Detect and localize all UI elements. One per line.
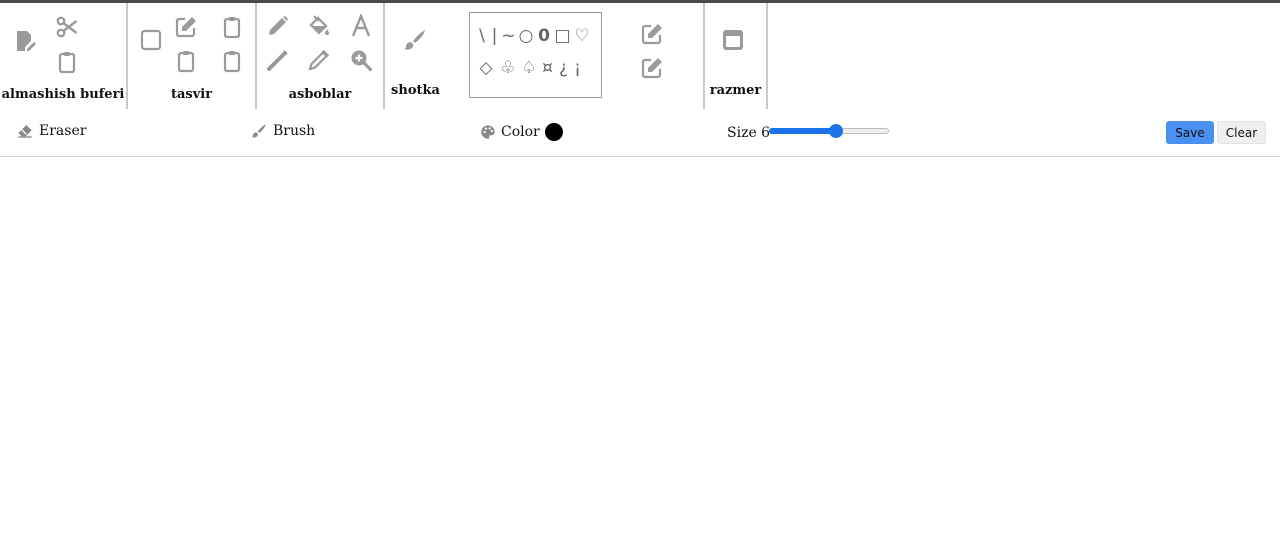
select-icon[interactable] bbox=[137, 26, 165, 54]
shape-diamond[interactable]: ◇ bbox=[475, 58, 497, 78]
eraser-icon bbox=[18, 125, 32, 138]
clipboard-icon[interactable] bbox=[53, 48, 81, 76]
image-group-label: tasvir bbox=[170, 87, 213, 102]
brush-label: Brush bbox=[273, 123, 316, 139]
paintbrush-icon[interactable] bbox=[401, 26, 429, 54]
clipboard-icon[interactable] bbox=[218, 47, 246, 75]
group-divider bbox=[766, 3, 768, 109]
toolbar: Eraser Brush Color Size 6 Save Clear bbox=[0, 109, 1280, 157]
shape-currency[interactable]: ¤ bbox=[539, 58, 556, 78]
clear-button[interactable]: Clear bbox=[1217, 121, 1266, 144]
size-window-icon[interactable] bbox=[719, 26, 747, 54]
color-swatch[interactable] bbox=[544, 123, 563, 141]
outline-edit-icon[interactable] bbox=[638, 20, 666, 48]
size-slider[interactable] bbox=[769, 124, 889, 138]
size-control: Size 6 bbox=[727, 125, 770, 141]
palette-icon bbox=[481, 125, 495, 139]
slider-thumb[interactable] bbox=[829, 124, 843, 138]
pen-icon[interactable] bbox=[305, 46, 333, 74]
fill-bucket-icon[interactable] bbox=[305, 12, 333, 40]
save-button[interactable]: Save bbox=[1166, 121, 1214, 144]
slider-fill bbox=[769, 128, 836, 134]
shape-curve[interactable]: ~ bbox=[500, 26, 517, 46]
shape-heart[interactable]: ♡ bbox=[572, 26, 592, 46]
size-group: razmer bbox=[705, 3, 766, 109]
tools-group: asboblar bbox=[257, 3, 383, 109]
eraser-tool[interactable]: Eraser bbox=[17, 123, 86, 139]
pencil-icon[interactable] bbox=[264, 12, 292, 40]
clipboard-icon[interactable] bbox=[172, 47, 200, 75]
size-label: Size 6 bbox=[727, 125, 771, 141]
color-tool[interactable]: Color bbox=[480, 123, 563, 141]
fill-edit-icon[interactable] bbox=[638, 54, 666, 82]
shape-spade[interactable]: ♤ bbox=[519, 58, 539, 78]
brush-icon bbox=[251, 124, 266, 138]
text-icon[interactable] bbox=[347, 12, 375, 40]
shape-oval[interactable]: 0 bbox=[535, 26, 553, 46]
tools-group-label: asboblar bbox=[288, 87, 352, 102]
brushes-group: shotka bbox=[385, 3, 446, 109]
zoom-in-icon[interactable] bbox=[347, 46, 375, 74]
brush-tool[interactable]: Brush bbox=[251, 123, 315, 139]
shape-backslash[interactable]: \ bbox=[475, 26, 489, 46]
ribbon: almashish buferi tasvir asboblar shotka … bbox=[0, 3, 1280, 109]
size-group-label: razmer bbox=[709, 83, 762, 98]
brushes-group-label: shotka bbox=[391, 83, 440, 98]
paste-special-icon[interactable] bbox=[11, 27, 39, 55]
drawing-canvas[interactable] bbox=[0, 157, 1280, 534]
clipboard-group: almashish buferi bbox=[0, 3, 126, 109]
eraser-label: Eraser bbox=[39, 123, 87, 139]
shape-club[interactable]: ♧ bbox=[497, 58, 519, 78]
shape-inverted-exclamation[interactable]: ¡ bbox=[571, 58, 584, 78]
shape-inverted-question[interactable]: ¿ bbox=[556, 58, 571, 78]
clipboard-icon[interactable] bbox=[218, 13, 246, 41]
shape-rectangle[interactable]: □ bbox=[553, 26, 572, 46]
color-label: Color bbox=[501, 124, 540, 140]
shapes-panel: \ | ~ ○ 0 □ ♡ ◇ ♧ ♤ ¤ ¿ ¡ bbox=[469, 12, 602, 98]
shape-vertical-line[interactable]: | bbox=[489, 26, 500, 46]
shape-circle[interactable]: ○ bbox=[517, 26, 535, 46]
shapes-row: \ | ~ ○ 0 □ ♡ bbox=[475, 26, 592, 46]
scissors-icon[interactable] bbox=[53, 13, 81, 41]
clipboard-group-label: almashish buferi bbox=[1, 87, 125, 102]
image-group: tasvir bbox=[128, 3, 255, 109]
shapes-row: ◇ ♧ ♤ ¤ ¿ ¡ bbox=[475, 58, 584, 78]
edit-icon[interactable] bbox=[172, 13, 200, 41]
line-icon[interactable] bbox=[264, 46, 292, 74]
